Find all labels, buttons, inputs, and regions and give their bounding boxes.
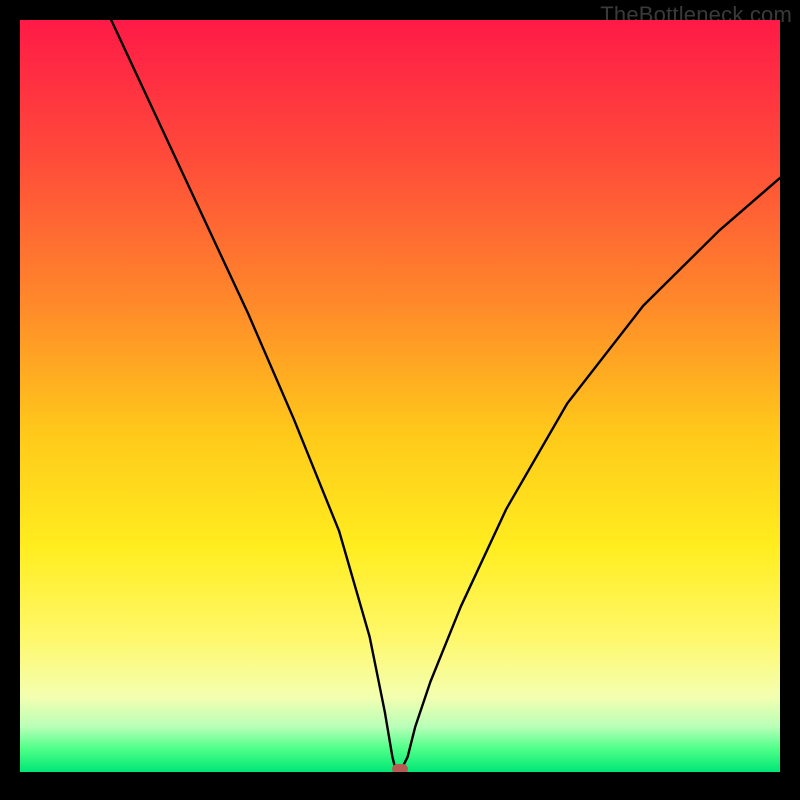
- chart-bottom-border: [20, 772, 780, 780]
- chart-frame: [20, 20, 780, 780]
- bottleneck-curve: [20, 20, 780, 772]
